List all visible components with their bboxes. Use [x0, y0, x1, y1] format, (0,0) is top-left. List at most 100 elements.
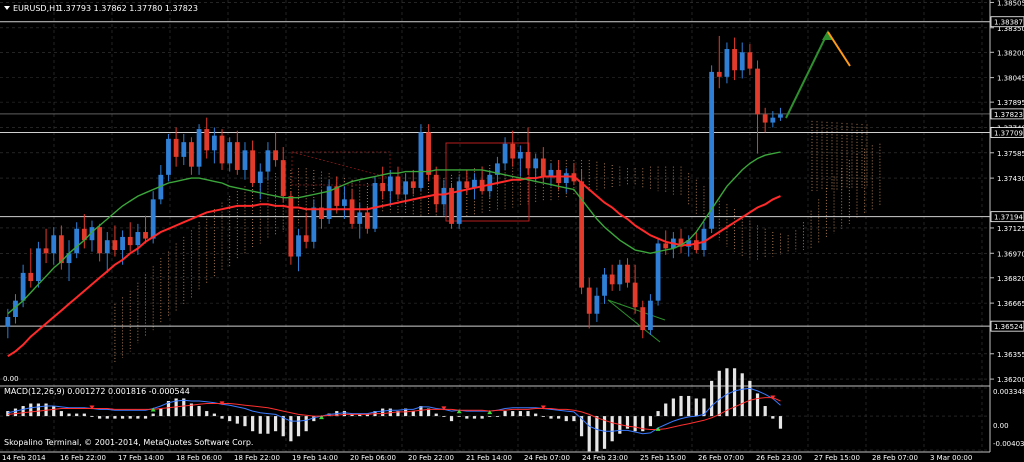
- ohlc-values: 1.37793 1.37862 1.37780 1.37823: [58, 4, 198, 13]
- macd-bar-20: [159, 409, 162, 417]
- candle-body-23: [181, 142, 186, 157]
- macd-bar-19: [152, 414, 155, 417]
- candle-body-76: [587, 288, 592, 314]
- macd-bar-33: [259, 416, 262, 434]
- macd-bar-37: [289, 416, 292, 441]
- candle-body-26: [204, 129, 209, 150]
- macd-bar-44: [343, 411, 346, 416]
- price-tick-9: 1.36970: [997, 250, 1024, 258]
- candle-body-5: [44, 248, 49, 253]
- macd-bar-96: [741, 373, 744, 416]
- candle-body-31: [243, 150, 248, 170]
- macd-bar-61: [473, 416, 476, 419]
- price-tick-11: 1.36665: [997, 300, 1024, 308]
- macd-bar-60: [465, 416, 468, 419]
- candle-body-55: [426, 132, 431, 174]
- macd-bar-72: [557, 416, 560, 419]
- macd-bar-87: [672, 398, 675, 416]
- macd-bar-25: [197, 406, 200, 416]
- candle-body-17: [135, 232, 140, 245]
- candle-body-19: [151, 199, 156, 238]
- time-tick-labels: 14 Feb 201416 Feb 22:0017 Feb 14:0018 Fe…: [2, 454, 972, 462]
- macd-bar-58: [450, 416, 453, 421]
- macd-bar-98: [756, 393, 759, 416]
- candle-body-94: [725, 49, 730, 77]
- time-tick-3: 18 Feb 06:00: [176, 454, 222, 462]
- time-tick-2: 17 Feb 14:00: [118, 454, 164, 462]
- macd-bar-56: [435, 414, 438, 417]
- macd-bar-93: [718, 371, 721, 416]
- macd-bar-32: [251, 416, 254, 431]
- candle-body-71: [549, 170, 554, 177]
- candle-body-66: [510, 144, 515, 159]
- candle-body-15: [120, 237, 125, 250]
- macd-bar-62: [481, 416, 484, 419]
- candle-body-100: [770, 118, 775, 123]
- candle-body-80: [617, 265, 622, 285]
- macd-bar-6: [52, 406, 55, 416]
- candle-body-37: [288, 196, 293, 256]
- candle-body-77: [594, 296, 599, 314]
- macd-bar-64: [496, 416, 499, 417]
- candle-body-25: [197, 129, 202, 167]
- macd-bar-49: [381, 409, 384, 417]
- macd-bar-14: [113, 416, 116, 419]
- candle-body-3: [28, 273, 33, 281]
- macd-bar-82: [634, 416, 637, 431]
- price-marker-label-3: 1.37194: [994, 214, 1023, 222]
- macd-bar-68: [526, 411, 529, 416]
- candle-body-52: [403, 181, 408, 194]
- macd-bar-11: [90, 416, 93, 417]
- candle-body-21: [166, 139, 171, 175]
- price-tick-6: 1.37585: [997, 150, 1024, 158]
- macd-tick-zero: 0.00: [993, 422, 1009, 430]
- price-tick-12: 1.36355: [997, 351, 1024, 359]
- candle-body-14: [113, 240, 118, 250]
- candle-body-78: [602, 275, 607, 296]
- candle-body-101: [778, 114, 783, 117]
- price-tick-7: 1.37430: [997, 175, 1024, 183]
- candle-body-83: [640, 307, 645, 330]
- macd-bar-90: [695, 398, 698, 416]
- candle-body-29: [227, 142, 232, 163]
- time-tick-5: 19 Feb 14:00: [292, 454, 338, 462]
- macd-bar-53: [412, 411, 415, 416]
- macd-bar-65: [503, 411, 506, 416]
- macd-bar-74: [572, 416, 575, 421]
- candle-body-69: [533, 159, 538, 169]
- candle-body-32: [250, 150, 255, 183]
- macd-bar-34: [266, 416, 269, 434]
- macd-bar-18: [144, 416, 147, 419]
- macd-bar-16: [129, 416, 132, 419]
- price-tick-2: 1.38200: [997, 49, 1024, 57]
- corner-label: 0.00: [3, 375, 19, 383]
- candle-body-91: [702, 229, 707, 250]
- chart-window[interactable]: EURUSD,H1 1.37793 1.37862 1.37780 1.3782…: [0, 0, 1024, 462]
- candle-body-40: [311, 208, 316, 242]
- candle-body-6: [51, 235, 56, 253]
- candle-body-93: [717, 72, 722, 77]
- macd-bar-57: [442, 416, 445, 417]
- time-tick-1: 16 Feb 22:00: [60, 454, 106, 462]
- candle-body-16: [128, 237, 133, 245]
- macd-bar-13: [106, 416, 109, 419]
- time-axis[interactable]: 14 Feb 201416 Feb 22:0017 Feb 14:0018 Fe…: [0, 452, 990, 462]
- candle-body-33: [258, 172, 263, 183]
- candle-body-99: [763, 114, 768, 122]
- candle-body-45: [350, 199, 355, 224]
- macd-bar-59: [458, 416, 461, 417]
- time-tick-9: 24 Feb 07:00: [524, 454, 570, 462]
- candle-body-97: [747, 52, 752, 68]
- candle-body-53: [411, 181, 416, 188]
- macd-bar-85: [656, 411, 659, 416]
- macd-tick-min: -0.004039: [993, 440, 1024, 448]
- candle-body-63: [487, 175, 492, 191]
- macd-bar-39: [305, 416, 308, 431]
- candle-body-60: [464, 181, 469, 188]
- candle-body-46: [357, 212, 362, 223]
- macd-bar-89: [687, 396, 690, 416]
- price-marker-label-4: 1.36524: [994, 323, 1023, 331]
- candle-body-86: [663, 243, 668, 248]
- candle-body-2: [21, 273, 26, 301]
- macd-bar-99: [764, 406, 767, 416]
